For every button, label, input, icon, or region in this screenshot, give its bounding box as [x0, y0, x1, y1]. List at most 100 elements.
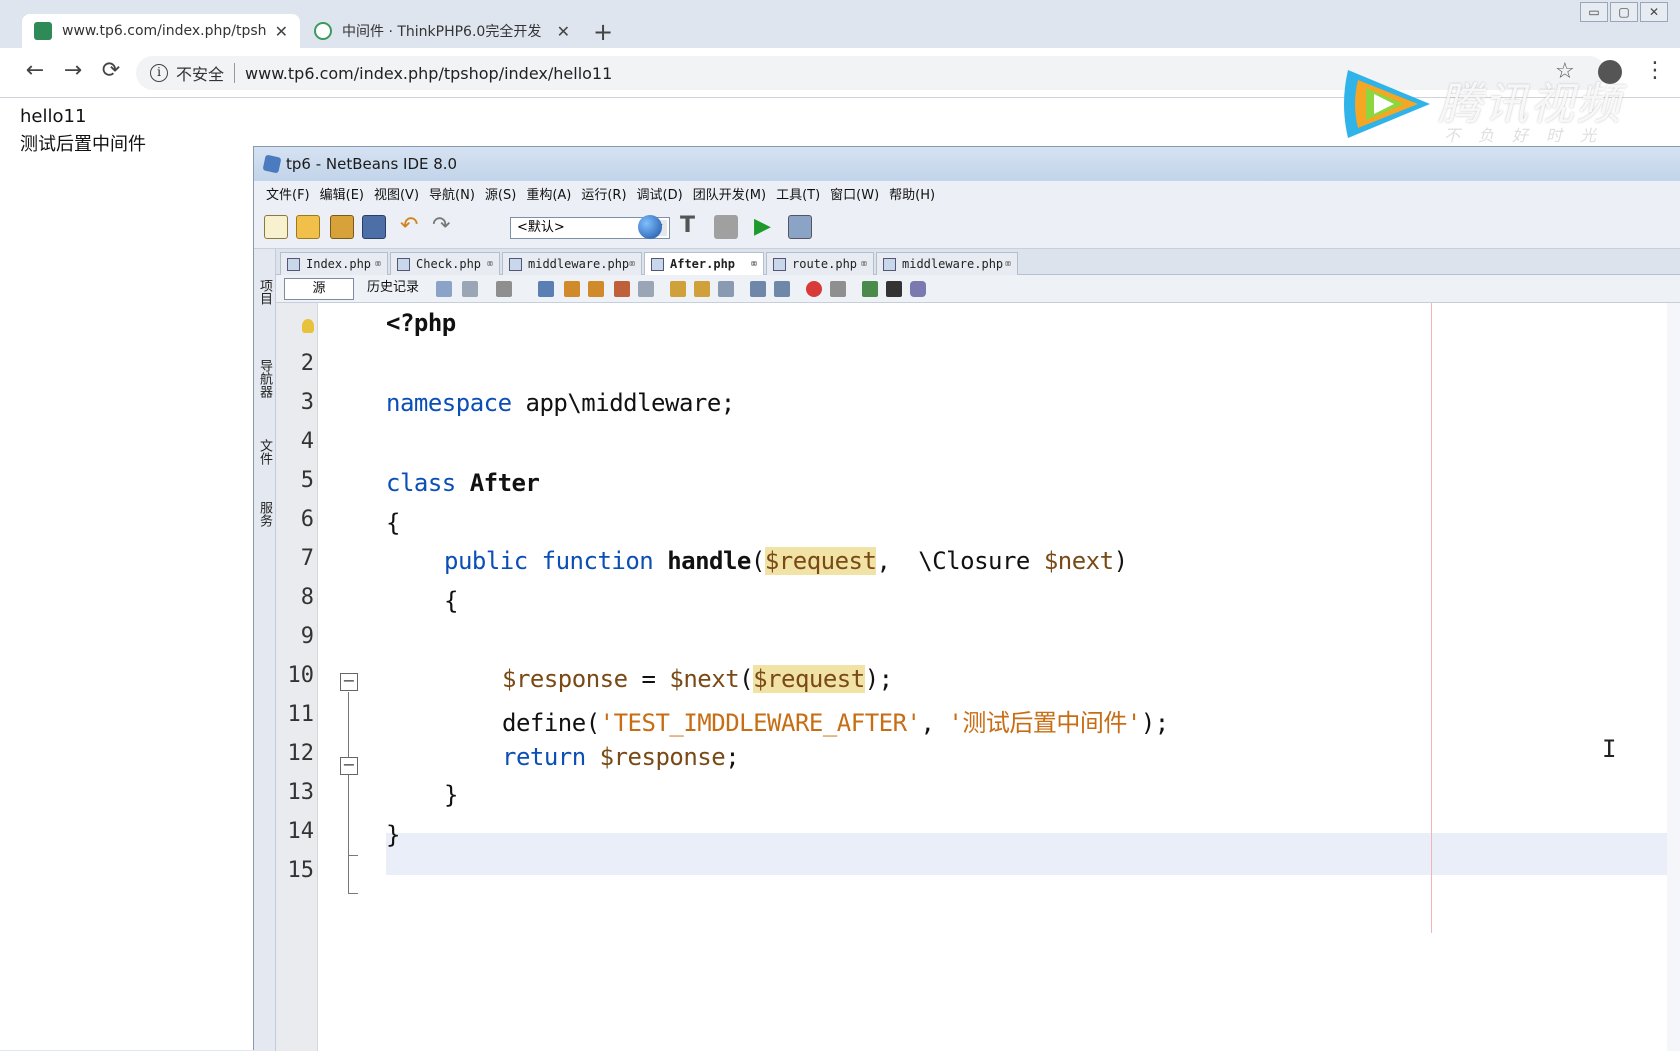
tab-route-php[interactable]: route.php ⌧: [766, 252, 874, 275]
vertical-scrollbar[interactable]: [1667, 303, 1680, 1051]
find-next-icon[interactable]: [588, 281, 604, 297]
tab-index-php[interactable]: Index.php ⌧: [280, 252, 388, 275]
close-tab-icon[interactable]: ⌧: [861, 259, 867, 270]
record-macro-icon[interactable]: [806, 281, 822, 297]
close-window-button[interactable]: ✕: [1640, 2, 1668, 22]
menu-edit[interactable]: 编辑(E): [320, 184, 364, 203]
menu-icon[interactable]: ⋮: [1644, 58, 1666, 83]
code-line-11: define('TEST_IMDDLEWARE_AFTER', '测试后置中间件…: [502, 703, 1169, 738]
clean-build-icon[interactable]: [714, 215, 738, 239]
hint-bulb-icon[interactable]: [302, 319, 314, 333]
info-icon[interactable]: i: [150, 64, 168, 82]
tab-thinkphp-docs[interactable]: 中间件 · ThinkPHP6.0完全开发 ✕: [302, 14, 582, 48]
close-tab-icon[interactable]: ⌧: [1005, 259, 1011, 270]
close-tab-icon[interactable]: ⌧: [375, 259, 381, 270]
variable: $next: [669, 665, 740, 693]
docs-icon: [314, 22, 332, 40]
shift-right-icon[interactable]: [774, 281, 790, 297]
fold-method-icon[interactable]: −: [340, 757, 358, 775]
find-icon[interactable]: [538, 281, 554, 297]
reload-button[interactable]: ⟳: [96, 58, 126, 83]
stop-macro-icon[interactable]: [830, 281, 846, 297]
line-number: 11: [287, 702, 315, 727]
forward-button[interactable]: →: [58, 58, 88, 83]
side-projects[interactable]: 项目: [256, 279, 274, 305]
code-line-14: }: [386, 821, 400, 849]
ide-menubar: 文件(F) 编辑(E) 视图(V) 导航(N) 源(S) 重构(A) 运行(R)…: [254, 181, 1680, 205]
line-number-gutter: 2 3 4 5 6 7 8 9 10 11 12 13 14 15: [276, 303, 318, 1051]
output-line: hello11: [20, 106, 87, 127]
menu-file[interactable]: 文件(F): [266, 184, 310, 203]
globe-browser-icon[interactable]: [638, 215, 662, 239]
variable: $request: [753, 665, 865, 693]
menu-help[interactable]: 帮助(H): [889, 184, 935, 203]
debug-icon[interactable]: [788, 215, 812, 239]
toggle-highlight-icon[interactable]: [614, 281, 630, 297]
close-tab-icon[interactable]: ✕: [275, 22, 288, 41]
back-button[interactable]: ←: [20, 58, 50, 83]
tab-after-php[interactable]: After.php ⌧: [644, 252, 764, 275]
tab-label: route.php: [792, 257, 858, 271]
window-controls: ▭ ▢ ✕: [1580, 2, 1668, 22]
toggle-bookmark-icon[interactable]: [718, 281, 734, 297]
tab-middleware-php[interactable]: middleware.php ⌧: [502, 252, 642, 275]
text-cursor-icon: I: [1602, 735, 1617, 763]
line-number: 6: [300, 507, 314, 532]
tab-middleware-php-2[interactable]: middleware.php ⌧: [876, 252, 1018, 275]
tab-check-php[interactable]: Check.php ⌧: [390, 252, 500, 275]
menu-source[interactable]: 源(S): [485, 184, 516, 203]
side-navigator[interactable]: 导航器: [256, 359, 274, 398]
back-icon[interactable]: [462, 281, 478, 297]
variable: $request: [764, 547, 877, 575]
new-project-icon[interactable]: [296, 215, 320, 239]
keyword: public function: [444, 547, 668, 575]
line-number: 12: [287, 741, 315, 766]
fold-class-icon[interactable]: −: [340, 673, 358, 691]
tab-label: After.php: [670, 257, 736, 271]
side-files[interactable]: 文件: [256, 439, 274, 465]
url-text[interactable]: www.tp6.com/index.php/tpshop/index/hello…: [245, 64, 612, 83]
close-tab-icon[interactable]: ⌧: [487, 259, 493, 270]
menu-navigate[interactable]: 导航(N): [429, 184, 475, 203]
close-tab-icon[interactable]: ⌧: [629, 259, 635, 270]
menu-team[interactable]: 团队开发(M): [693, 184, 766, 203]
uncomment-icon[interactable]: [886, 281, 902, 297]
menu-window[interactable]: 窗口(W): [830, 184, 879, 203]
last-edit-icon[interactable]: [436, 281, 452, 297]
new-file-icon[interactable]: [264, 215, 288, 239]
code-editor[interactable]: 2 3 4 5 6 7 8 9 10 11 12 13 14 15 − − <?…: [276, 303, 1680, 1051]
menu-refactor[interactable]: 重构(A): [526, 184, 571, 203]
menu-view[interactable]: 视图(V): [374, 184, 419, 203]
prev-bookmark-icon[interactable]: [670, 281, 686, 297]
side-services[interactable]: 服务: [256, 501, 274, 527]
menu-run[interactable]: 运行(R): [581, 184, 626, 203]
redo-icon[interactable]: ↷: [432, 215, 456, 239]
variable: $next: [1043, 547, 1114, 575]
minimize-button[interactable]: ▭: [1580, 2, 1608, 22]
diff-icon[interactable]: [910, 281, 926, 297]
find-selection-icon[interactable]: [638, 281, 654, 297]
build-hammer-icon[interactable]: T: [680, 215, 704, 239]
new-tab-button[interactable]: +: [590, 18, 616, 46]
tab-tp6-page[interactable]: www.tp6.com/index.php/tpsh ✕: [22, 14, 300, 48]
undo-icon[interactable]: ↶: [400, 215, 424, 239]
close-tab-icon[interactable]: ⌧: [751, 259, 757, 270]
find-previous-icon[interactable]: [564, 281, 580, 297]
save-all-icon[interactable]: [362, 215, 386, 239]
string: 'TEST_IMDDLEWARE_AFTER': [599, 709, 921, 737]
forward-icon[interactable]: [496, 281, 512, 297]
menu-tools[interactable]: 工具(T): [776, 184, 820, 203]
code-text: );: [1140, 709, 1169, 737]
menu-debug[interactable]: 调试(D): [637, 184, 683, 203]
next-bookmark-icon[interactable]: [694, 281, 710, 297]
shift-left-icon[interactable]: [750, 281, 766, 297]
php-file-icon: [773, 257, 786, 271]
source-view-button[interactable]: 源: [284, 278, 354, 300]
close-tab-icon[interactable]: ✕: [557, 22, 570, 41]
comment-icon[interactable]: [862, 281, 878, 297]
history-view-button[interactable]: 历史记录: [358, 278, 428, 300]
open-project-icon[interactable]: [330, 215, 354, 239]
run-icon[interactable]: ▶: [754, 215, 778, 239]
security-label[interactable]: 不安全: [176, 61, 224, 85]
maximize-button[interactable]: ▢: [1610, 2, 1638, 22]
